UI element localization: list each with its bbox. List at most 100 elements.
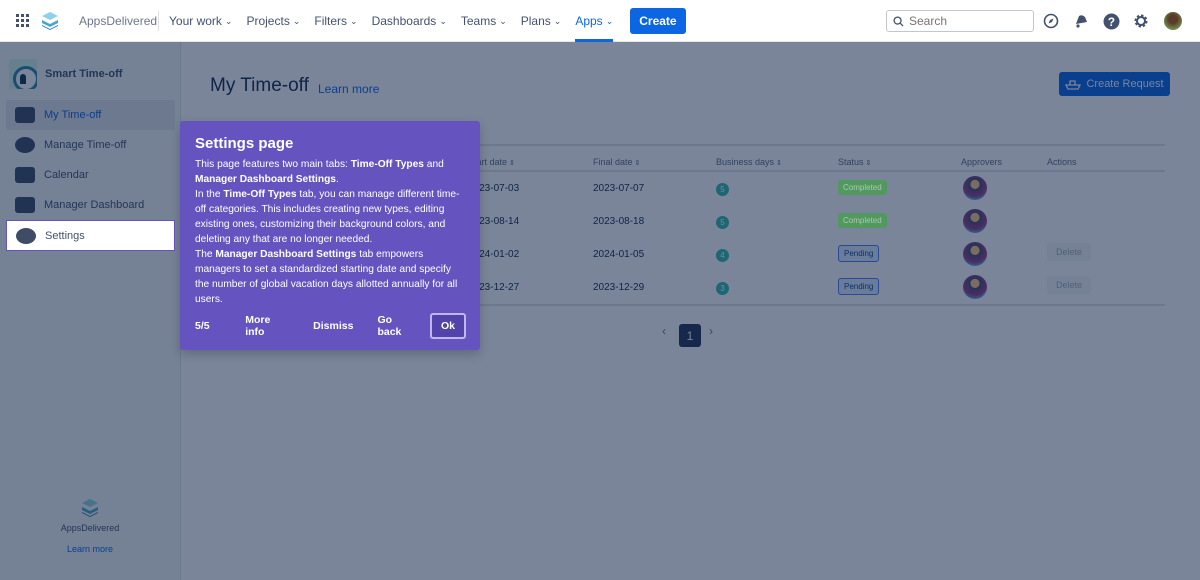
- dismiss-button[interactable]: Dismiss: [313, 320, 353, 332]
- business-days-badge: 5: [716, 183, 729, 196]
- compass-icon[interactable]: [1042, 12, 1060, 30]
- sort-icon: ⇕: [863, 160, 872, 167]
- nav-label: Plans: [520, 14, 551, 28]
- chevron-down-icon: ⌄: [553, 15, 562, 26]
- column-header[interactable]: Business days ⇕: [716, 157, 782, 167]
- column-header[interactable]: Status ⇕: [838, 157, 871, 167]
- search-box[interactable]: [886, 10, 1034, 32]
- chevron-down-icon: ⌄: [499, 15, 507, 26]
- nav-projects[interactable]: Projects ⌄: [246, 0, 300, 42]
- create-button[interactable]: Create: [630, 8, 686, 34]
- create-request-button[interactable]: Create Request: [1059, 72, 1170, 96]
- next-page-button[interactable]: ›: [709, 324, 713, 338]
- sort-icon: ⇕: [774, 160, 782, 167]
- nav-label: Teams: [460, 14, 497, 28]
- nav-label: Filters: [314, 14, 348, 28]
- business-days-badge: 4: [716, 249, 729, 262]
- status-badge: Completed: [838, 180, 887, 195]
- delete-button[interactable]: Delete: [1047, 243, 1092, 261]
- calendar-icon: [15, 167, 35, 183]
- final-date: 2023-07-07: [593, 183, 645, 194]
- sidebar-item-label: Manage Time-off: [44, 139, 127, 151]
- appsdelivered-logo-icon[interactable]: [41, 11, 59, 31]
- sort-icon: ⇕: [507, 160, 515, 167]
- approver-avatar[interactable]: [963, 176, 987, 200]
- sidebar-item-label: Manager Dashboard: [44, 199, 145, 211]
- go-back-button[interactable]: Go back: [377, 314, 416, 338]
- approver-avatar[interactable]: [963, 242, 987, 266]
- final-date-cell: 2023-07-07: [593, 183, 644, 194]
- search-icon: [893, 15, 904, 27]
- nav-your-work[interactable]: Your work ⌄: [169, 0, 232, 42]
- nav-dashboards[interactable]: Dashboards ⌄: [372, 0, 447, 42]
- business-days-cell: 4: [716, 249, 729, 262]
- chevron-down-icon: ⌄: [224, 15, 233, 26]
- page-1-button[interactable]: 1: [679, 324, 701, 347]
- status-cell: Completed: [838, 180, 887, 195]
- sidebar: Smart Time-off My Time-off Manage Time-o…: [0, 42, 181, 580]
- actions-cell: Delete: [1047, 243, 1092, 261]
- approvers-cell: [963, 176, 987, 200]
- sidebar-item-manage-time-off[interactable]: Manage Time-off: [6, 130, 175, 160]
- user-avatar[interactable]: [1164, 12, 1182, 30]
- final-date: 2024-01-05: [593, 249, 645, 260]
- nav-label: Apps: [575, 14, 603, 28]
- footer-brand: AppsDelivered: [60, 523, 120, 533]
- tour-body-text: The: [195, 249, 216, 260]
- business-days-cell: 5: [716, 183, 729, 196]
- sidebar-item-label: Calendar: [44, 169, 89, 181]
- nav-label: Your work: [169, 14, 222, 28]
- brand-name[interactable]: AppsDelivered: [79, 14, 157, 28]
- footer-learn-more-link[interactable]: Learn more: [0, 544, 180, 554]
- column-header-label: Business days: [716, 157, 775, 167]
- bell-icon[interactable]: [1072, 12, 1090, 30]
- column-header[interactable]: Final date ⇕: [593, 157, 640, 167]
- main-menu: Your work ⌄ Projects ⌄ Filters ⌄ Dashboards ⌄ Te…: [169, 0, 686, 42]
- business-days-badge: 5: [716, 216, 729, 229]
- sidebar-item-label: Settings: [45, 229, 85, 242]
- tour-body-emphasis: Time-Off Types: [223, 189, 297, 200]
- gear-icon[interactable]: [1132, 12, 1150, 30]
- tour-popover: Settings page This page features two mai…: [180, 121, 480, 350]
- nav-label: Dashboards: [371, 14, 437, 28]
- business-days-cell: 5: [716, 216, 729, 229]
- sidebar-item-calendar[interactable]: Calendar: [6, 160, 175, 190]
- search-input[interactable]: [909, 14, 1019, 28]
- dashboard-icon: [15, 197, 35, 213]
- sidebar-item-settings[interactable]: Settings: [6, 220, 175, 251]
- sidebar-item-label: My Time-off: [44, 109, 102, 121]
- ship-icon: [1065, 80, 1082, 90]
- help-icon[interactable]: ?: [1102, 12, 1120, 30]
- column-header-label: Status: [838, 157, 864, 167]
- appsdelivered-footer-logo-icon: [82, 499, 98, 517]
- column-header-label: Approvers: [961, 157, 1003, 167]
- sidebar-item-my-time-off[interactable]: My Time-off: [6, 100, 175, 130]
- nav-teams[interactable]: Teams ⌄: [461, 0, 507, 42]
- nav-filters[interactable]: Filters ⌄: [314, 0, 357, 42]
- status-cell: Pending: [838, 245, 880, 262]
- approver-avatar[interactable]: [963, 209, 987, 233]
- approver-avatar[interactable]: [963, 275, 987, 299]
- column-header-label: Actions: [1047, 157, 1077, 167]
- status-badge: Completed: [838, 213, 887, 228]
- tour-body-text: This page features two main tabs:: [195, 159, 351, 170]
- nav-apps[interactable]: Apps ⌄: [575, 0, 613, 42]
- app-switcher-icon[interactable]: [16, 14, 29, 27]
- tour-title: Settings page: [195, 135, 294, 152]
- final-date-cell: 2023-12-29: [593, 282, 644, 293]
- prev-page-button[interactable]: ‹: [662, 324, 666, 338]
- business-days-badge: 3: [716, 282, 729, 295]
- tour-body-text: and: [423, 159, 444, 170]
- nav-plans[interactable]: Plans ⌄: [521, 0, 562, 42]
- create-request-label: Create Request: [1086, 78, 1164, 90]
- delete-button[interactable]: Delete: [1047, 276, 1092, 294]
- status-badge: Pending: [838, 278, 880, 295]
- sidebar-item-manager-dashboard[interactable]: Manager Dashboard: [6, 190, 175, 220]
- app-header: Smart Time-off: [9, 59, 122, 89]
- learn-more-link[interactable]: Learn more: [318, 82, 379, 96]
- ok-button[interactable]: Ok: [429, 313, 466, 339]
- column-header: Actions: [1047, 157, 1077, 167]
- final-date: 2023-08-18: [593, 216, 645, 227]
- more-info-button[interactable]: More info: [245, 314, 289, 338]
- clock-hand-icon: [15, 137, 35, 153]
